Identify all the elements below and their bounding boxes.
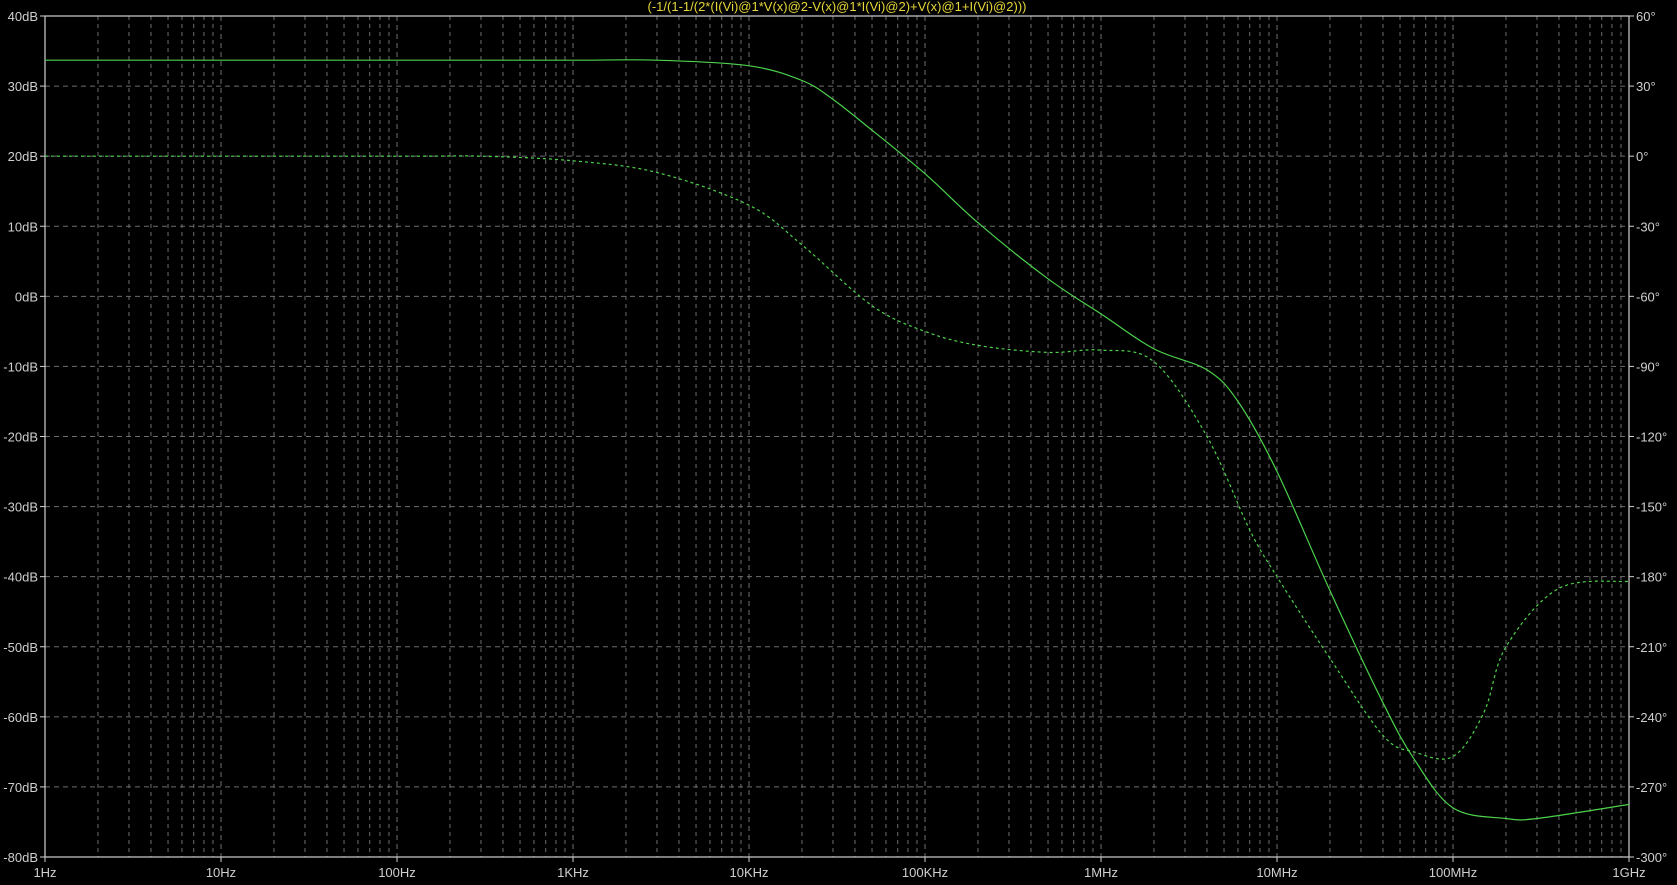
x-tick-label: 1MHz: [1084, 865, 1118, 880]
y-left-tick-label: -70dB: [3, 780, 38, 795]
y-right-tick-label: -180°: [1636, 570, 1667, 585]
tick-labels: 1Hz 10Hz 100Hz 1KHz 10KHz 100KHz 1MHz 10MHz 100M…: [3, 9, 1667, 880]
y-right-tick-label: -210°: [1636, 640, 1667, 655]
magnitude-trace: [44, 59, 1630, 821]
y-right-tick-label: -60°: [1636, 289, 1660, 304]
y-left-tick-label: -60dB: [3, 710, 38, 725]
grid: [40, 15, 1634, 862]
y-left-tick-label: -30dB: [3, 500, 38, 515]
bode-plot: 1Hz 10Hz 100Hz 1KHz 10KHz 100KHz 1MHz 10MHz 100M…: [3, 0, 1667, 880]
y-right-tick-label: -270°: [1636, 780, 1667, 795]
y-left-tick-label: -10dB: [3, 359, 38, 374]
y-left-tick-label: -20dB: [3, 430, 38, 445]
phase-trace: [45, 155, 1630, 760]
y-right-tick-label: 30°: [1636, 79, 1656, 94]
x-tick-label: 100KHz: [902, 865, 948, 880]
y-right-tick-label: 0°: [1636, 149, 1648, 164]
y-left-tick-label: 10dB: [8, 219, 38, 234]
x-tick-label: 100Hz: [378, 865, 416, 880]
x-tick-label: 1KHz: [557, 865, 589, 880]
y-right-tick-label: -30°: [1636, 219, 1660, 234]
y-left-tick-label: 0dB: [15, 289, 38, 304]
y-left-tick-label: 20dB: [8, 149, 38, 164]
x-tick-label: 1GHz: [1612, 865, 1645, 880]
y-left-tick-label: -80dB: [3, 850, 38, 865]
y-left-tick-label: 30dB: [8, 79, 38, 94]
y-left-tick-label: -50dB: [3, 640, 38, 655]
x-tick-label: 10Hz: [206, 865, 236, 880]
y-right-tick-label: -240°: [1636, 710, 1667, 725]
x-tick-label: 100MHz: [1429, 865, 1477, 880]
y-right-tick-label: -120°: [1636, 430, 1667, 445]
x-tick-label: 1Hz: [33, 865, 56, 880]
y-right-tick-label: -90°: [1636, 359, 1660, 374]
y-left-tick-label: -40dB: [3, 570, 38, 585]
x-tick-label: 10MHz: [1256, 865, 1297, 880]
traces: [44, 59, 1630, 821]
y-right-tick-label: 60°: [1636, 9, 1656, 24]
y-right-tick-label: -150°: [1636, 500, 1667, 515]
y-right-tick-label: -300°: [1636, 850, 1667, 865]
x-tick-label: 10KHz: [729, 865, 768, 880]
y-left-tick-label: 40dB: [8, 9, 38, 24]
chart-title: (-1/(1-1/(2*(I(Vi)@1*V(x)@2-V(x)@1*I(Vi)…: [648, 0, 1027, 14]
